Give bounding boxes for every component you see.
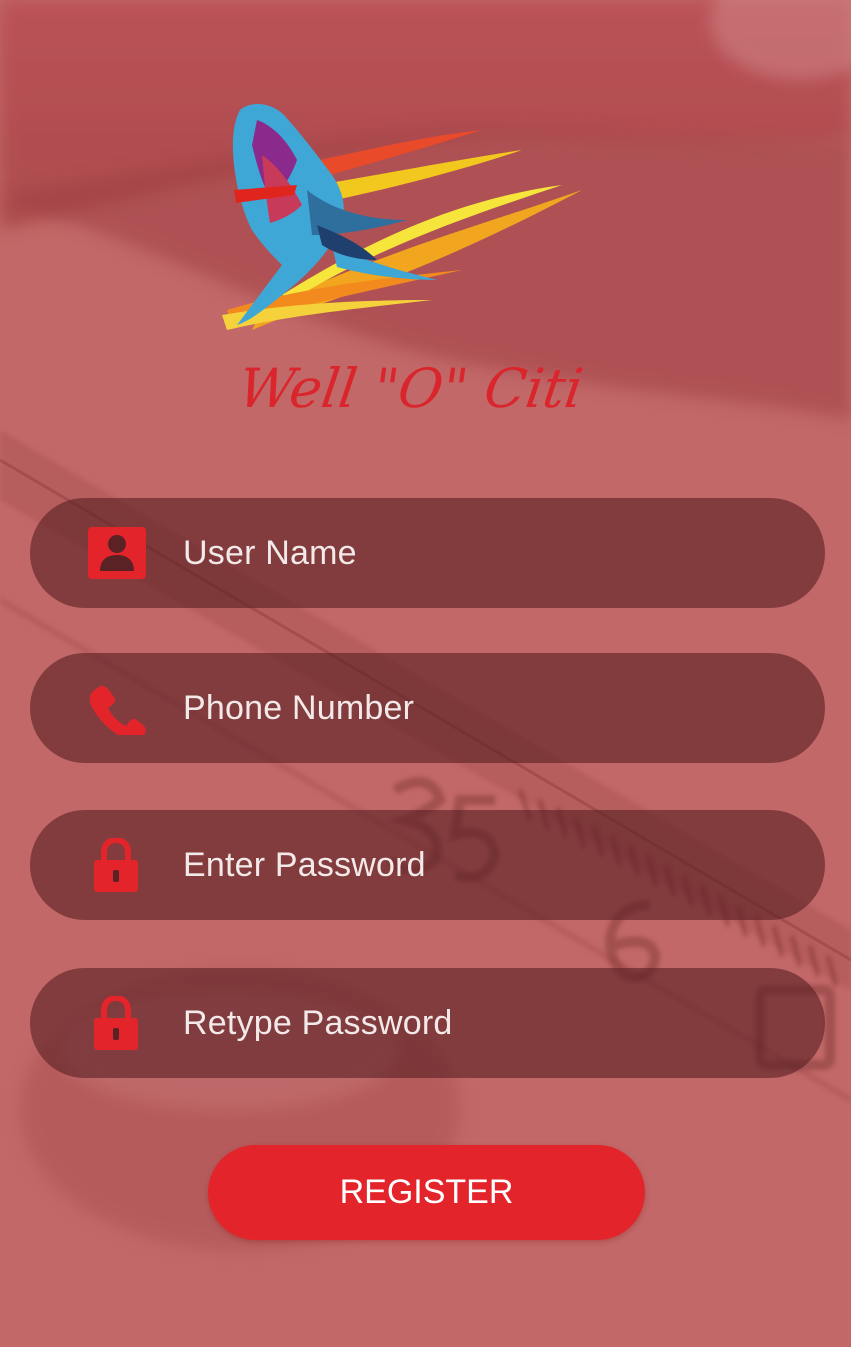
user-name-placeholder: User Name bbox=[183, 534, 357, 572]
enter-password-placeholder: Enter Password bbox=[183, 846, 426, 884]
brand-logo: Well "O" Citi bbox=[222, 103, 587, 420]
phone-number-field[interactable]: Phone Number bbox=[30, 653, 825, 763]
phone-icon bbox=[88, 683, 146, 735]
lock-icon bbox=[92, 838, 140, 894]
lock-icon bbox=[92, 996, 140, 1052]
register-button[interactable]: REGISTER bbox=[208, 1145, 645, 1240]
enter-password-field[interactable]: Enter Password bbox=[30, 810, 825, 920]
brand-name: Well "O" Citi bbox=[235, 357, 587, 420]
user-icon bbox=[88, 527, 146, 579]
retype-password-placeholder: Retype Password bbox=[183, 1004, 453, 1042]
user-name-field[interactable]: User Name bbox=[30, 498, 825, 608]
phone-number-placeholder: Phone Number bbox=[183, 689, 415, 727]
retype-password-field[interactable]: Retype Password bbox=[30, 968, 825, 1078]
register-screen: Well "O" Citi User Name Phone Number Ent… bbox=[0, 0, 851, 1347]
